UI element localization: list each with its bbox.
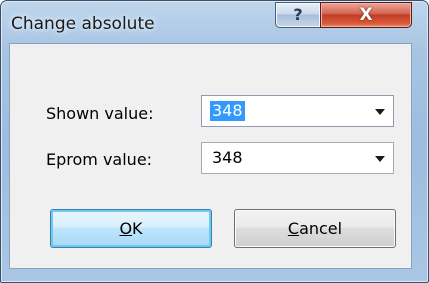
cancel-mnemonic: C (287, 219, 300, 238)
cancel-label-rest: ancel (299, 219, 343, 238)
shown-value-label: Shown value: (46, 104, 154, 123)
help-button[interactable]: ? (275, 2, 321, 28)
shown-value-text[interactable]: 348 (210, 101, 245, 121)
shown-value-combobox[interactable]: 348 (201, 95, 394, 127)
help-icon: ? (293, 5, 303, 24)
eprom-value-label: Eprom value: (46, 150, 153, 169)
eprom-value-combobox[interactable]: 348 (201, 142, 394, 174)
title-bar[interactable]: Change absolute ? X (1, 1, 428, 43)
ok-button[interactable]: OK (50, 209, 212, 248)
dialog-window: Change absolute ? X Shown value: 348 Epr… (0, 0, 429, 283)
eprom-value-text[interactable]: 348 (210, 148, 245, 168)
window-title: Change absolute (11, 14, 155, 34)
dropdown-arrow-icon[interactable] (375, 156, 385, 162)
ok-label-rest: K (132, 219, 143, 238)
cancel-button[interactable]: Cancel (234, 209, 396, 248)
close-button[interactable]: X (320, 2, 412, 28)
close-icon: X (359, 5, 373, 25)
ok-mnemonic: O (119, 219, 133, 238)
dialog-body: Shown value: 348 Eprom value: 348 OK Can… (9, 43, 412, 269)
dropdown-arrow-icon[interactable] (375, 109, 385, 115)
